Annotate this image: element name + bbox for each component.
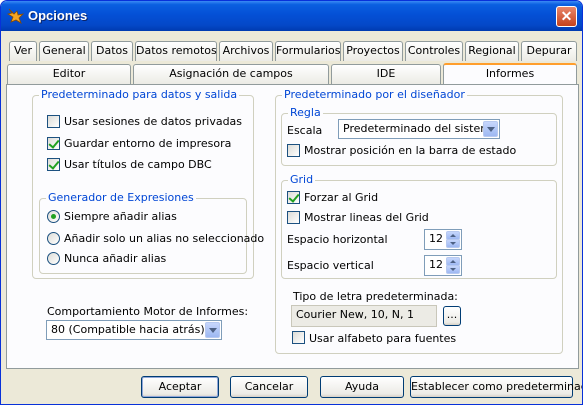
tab-formularios[interactable]: Formularios — [275, 41, 341, 61]
show-grid-lines-checkbox[interactable] — [287, 211, 300, 224]
default-font-display: Courier New, 10, N, 1 — [291, 305, 437, 327]
never-alias-radio[interactable] — [47, 252, 60, 265]
tab-informes[interactable]: Informes — [443, 63, 577, 84]
vertical-spacing-label: Espacio vertical — [287, 259, 374, 272]
tab-proyectos[interactable]: Proyectos — [343, 41, 403, 61]
font-alphabet-label[interactable]: Usar alfabeto para fuentes — [309, 332, 456, 345]
scale-label: Escala — [287, 124, 323, 137]
snap-to-grid-checkbox[interactable] — [287, 191, 300, 204]
save-printer-label[interactable]: Guardar entorno de impresora — [64, 137, 231, 150]
scale-value: Predeterminado del sistema — [343, 122, 498, 135]
title-bar[interactable]: Opciones ✕ — [1, 1, 582, 31]
window-title: Opciones — [28, 8, 88, 23]
engine-behavior-value: 80 (Compatible hacia atrás) — [51, 323, 205, 336]
private-sessions-label[interactable]: Usar sesiones de datos privadas — [64, 115, 242, 128]
private-sessions-checkbox[interactable] — [47, 115, 60, 128]
close-button[interactable]: ✕ — [556, 6, 577, 27]
engine-behavior-select[interactable]: 80 (Compatible hacia atrás) — [46, 320, 222, 340]
snap-to-grid-label[interactable]: Forzar al Grid — [304, 191, 378, 204]
never-alias-label[interactable]: Nunca añadir alias — [64, 252, 166, 265]
help-button[interactable]: Ayuda — [320, 376, 404, 398]
font-alphabet-checkbox[interactable] — [292, 331, 305, 344]
close-icon: ✕ — [560, 8, 573, 24]
designer-defaults-title: Predeterminado por el diseñador — [282, 88, 467, 101]
tab-archivos[interactable]: Archivos — [219, 41, 273, 61]
cancel-button[interactable]: Cancelar — [230, 376, 308, 398]
app-fox-icon — [7, 8, 25, 24]
unselected-alias-label[interactable]: Añadir solo un alias no seleccionado — [64, 232, 264, 245]
grid-title: Grid — [288, 173, 316, 186]
tab-asignacion-de-campos[interactable]: Asignación de campos — [133, 64, 329, 84]
font-browse-button[interactable]: ... — [443, 306, 461, 326]
scale-select[interactable]: Predeterminado del sistema — [338, 119, 500, 139]
horizontal-spacing-value: 12 — [429, 232, 443, 245]
vertical-spacing-spinner[interactable]: 12 — [424, 255, 462, 276]
default-font-value: Courier New, 10, N, 1 — [296, 308, 414, 321]
default-font-label: Tipo de letra predeterminada: — [293, 290, 458, 303]
chevron-down-icon[interactable] — [483, 121, 498, 137]
vertical-spacing-value: 12 — [429, 258, 443, 271]
show-position-checkbox[interactable] — [287, 144, 300, 157]
spin-down-icon[interactable] — [446, 265, 460, 274]
spin-down-icon[interactable] — [446, 239, 460, 248]
dbc-titles-checkbox[interactable] — [47, 158, 60, 171]
tab-ide[interactable]: IDE — [331, 64, 441, 84]
always-alias-radio[interactable] — [47, 210, 60, 223]
tab-editor[interactable]: Editor — [7, 64, 131, 84]
accept-button[interactable]: Aceptar — [141, 376, 219, 398]
horizontal-spacing-spinner[interactable]: 12 — [424, 229, 462, 250]
dbc-titles-label[interactable]: Usar títulos de campo DBC — [64, 158, 212, 171]
tab-controles[interactable]: Controles — [405, 41, 463, 61]
always-alias-label[interactable]: Siempre añadir alias — [64, 210, 177, 223]
engine-behavior-label: Comportamiento Motor de Informes: — [47, 305, 249, 318]
tab-datos-remotos[interactable]: Datos remotos — [135, 41, 217, 61]
tab-ver[interactable]: Ver — [9, 41, 37, 61]
output-defaults-title: Predeterminado para datos y salida — [39, 88, 240, 101]
tab-depurar[interactable]: Depurar — [521, 41, 577, 61]
chevron-down-icon[interactable] — [205, 322, 220, 338]
show-position-label[interactable]: Mostrar posición en la barra de estado — [304, 144, 516, 157]
horizontal-spacing-label: Espacio horizontal — [287, 233, 388, 246]
expression-builder-title: Generador de Expresiones — [46, 191, 196, 204]
show-grid-lines-label[interactable]: Mostrar lineas del Grid — [304, 211, 429, 224]
tab-datos[interactable]: Datos — [91, 41, 133, 61]
ruler-title: Regla — [288, 106, 323, 119]
unselected-alias-radio[interactable] — [47, 232, 60, 245]
tab-regional[interactable]: Regional — [465, 41, 519, 61]
save-printer-checkbox[interactable] — [47, 137, 60, 150]
tab-general[interactable]: General — [39, 41, 89, 61]
set-default-button[interactable]: Establecer como predeterminado — [410, 376, 582, 398]
options-dialog: Opciones ✕ Ver General Datos Datos remot… — [0, 0, 583, 405]
